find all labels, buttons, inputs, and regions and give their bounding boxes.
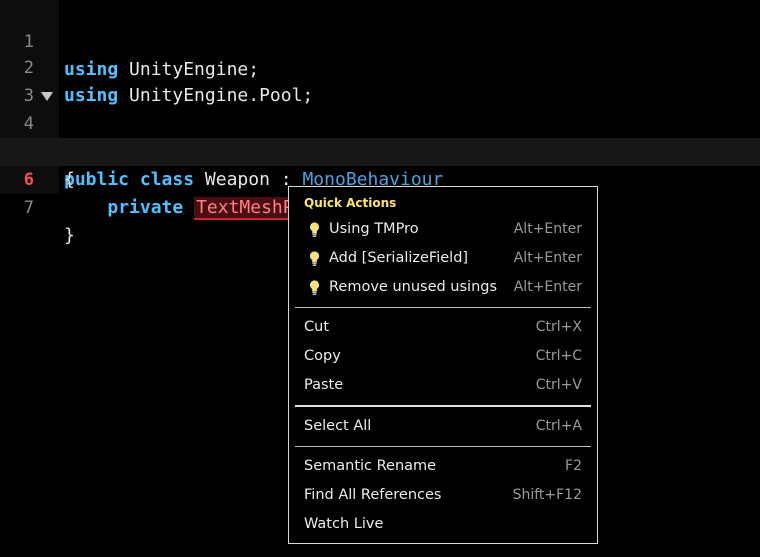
menu-item-label: Remove unused usings — [329, 279, 498, 295]
menu-item-label: Semantic Rename — [304, 458, 437, 474]
line-number: 7 — [23, 198, 34, 218]
menu-item-find-all-references[interactable]: Find All References Shift+F12 — [289, 481, 597, 510]
menu-item-paste[interactable]: Paste Ctrl+V — [289, 371, 597, 400]
menu-item-shortcut: F2 — [565, 458, 582, 474]
menu-item-remove-unused-usings[interactable]: Remove unused usings Alt+Enter — [289, 273, 597, 302]
menu-item-shortcut: Ctrl+A — [535, 418, 582, 434]
menu-item-select-all[interactable]: Select All Ctrl+A — [289, 412, 597, 441]
menu-item-label: Paste — [304, 377, 344, 393]
menu-item-watch-live[interactable]: Watch Live — [289, 510, 597, 539]
menu-item-label: Add [SerializeField] — [329, 250, 469, 266]
menu-item-label: Watch Live — [304, 516, 384, 532]
quick-actions-header: Quick Actions — [304, 196, 397, 210]
menu-item-label: Select All — [304, 418, 372, 434]
menu-item-shortcut: Ctrl+C — [535, 348, 582, 364]
menu-item-shortcut: Alt+Enter — [513, 250, 582, 266]
menu-item-semantic-rename[interactable]: Semantic Rename F2 — [289, 452, 597, 481]
menu-item-shortcut: Ctrl+X — [535, 319, 582, 335]
menu-item-label: Using TMPro — [329, 221, 419, 237]
menu-item-shortcut: Ctrl+V — [535, 377, 582, 393]
lightbulb-icon — [309, 222, 320, 237]
menu-item-shortcut: Alt+Enter — [513, 221, 582, 237]
code-line-6[interactable]: 6 private TextMeshProUGUI text; — [0, 138, 760, 220]
menu-item-add-serializefield[interactable]: Add [SerializeField] Alt+Enter — [289, 244, 597, 273]
menu-item-cut[interactable]: Cut Ctrl+X — [289, 313, 597, 342]
code-line-5[interactable]: 5 { — [0, 110, 760, 190]
menu-item-using-tmpro[interactable]: Using TMPro Alt+Enter — [289, 215, 597, 244]
fold-chevron-down-icon[interactable] — [41, 92, 53, 101]
code-line-2[interactable]: 2 using UnityEngine.Pool; — [0, 26, 760, 106]
menu-item-label: Copy — [304, 348, 341, 364]
menu-item-label: Cut — [304, 319, 329, 335]
code-line-4[interactable]: 4 public class Weapon : MonoBehaviour — [0, 82, 760, 190]
menu-separator — [295, 307, 591, 308]
lightbulb-icon — [309, 280, 320, 295]
code-line-3[interactable]: 3 — [0, 54, 760, 106]
menu-item-copy[interactable]: Copy Ctrl+C — [289, 342, 597, 371]
menu-item-shortcut: Alt+Enter — [513, 279, 582, 295]
menu-item-label: Find All References — [304, 487, 442, 503]
close-brace: } — [64, 225, 75, 246]
menu-item-shortcut: Shift+F12 — [512, 487, 582, 503]
keyword-private: private — [107, 197, 184, 218]
code-line-1[interactable]: 1 using UnityEngine; — [0, 0, 760, 80]
menu-separator — [295, 446, 591, 447]
context-menu: Quick Actions Using TMPro Alt+Enter Add … — [288, 186, 598, 544]
lightbulb-icon — [309, 251, 320, 266]
menu-separator — [295, 405, 591, 407]
